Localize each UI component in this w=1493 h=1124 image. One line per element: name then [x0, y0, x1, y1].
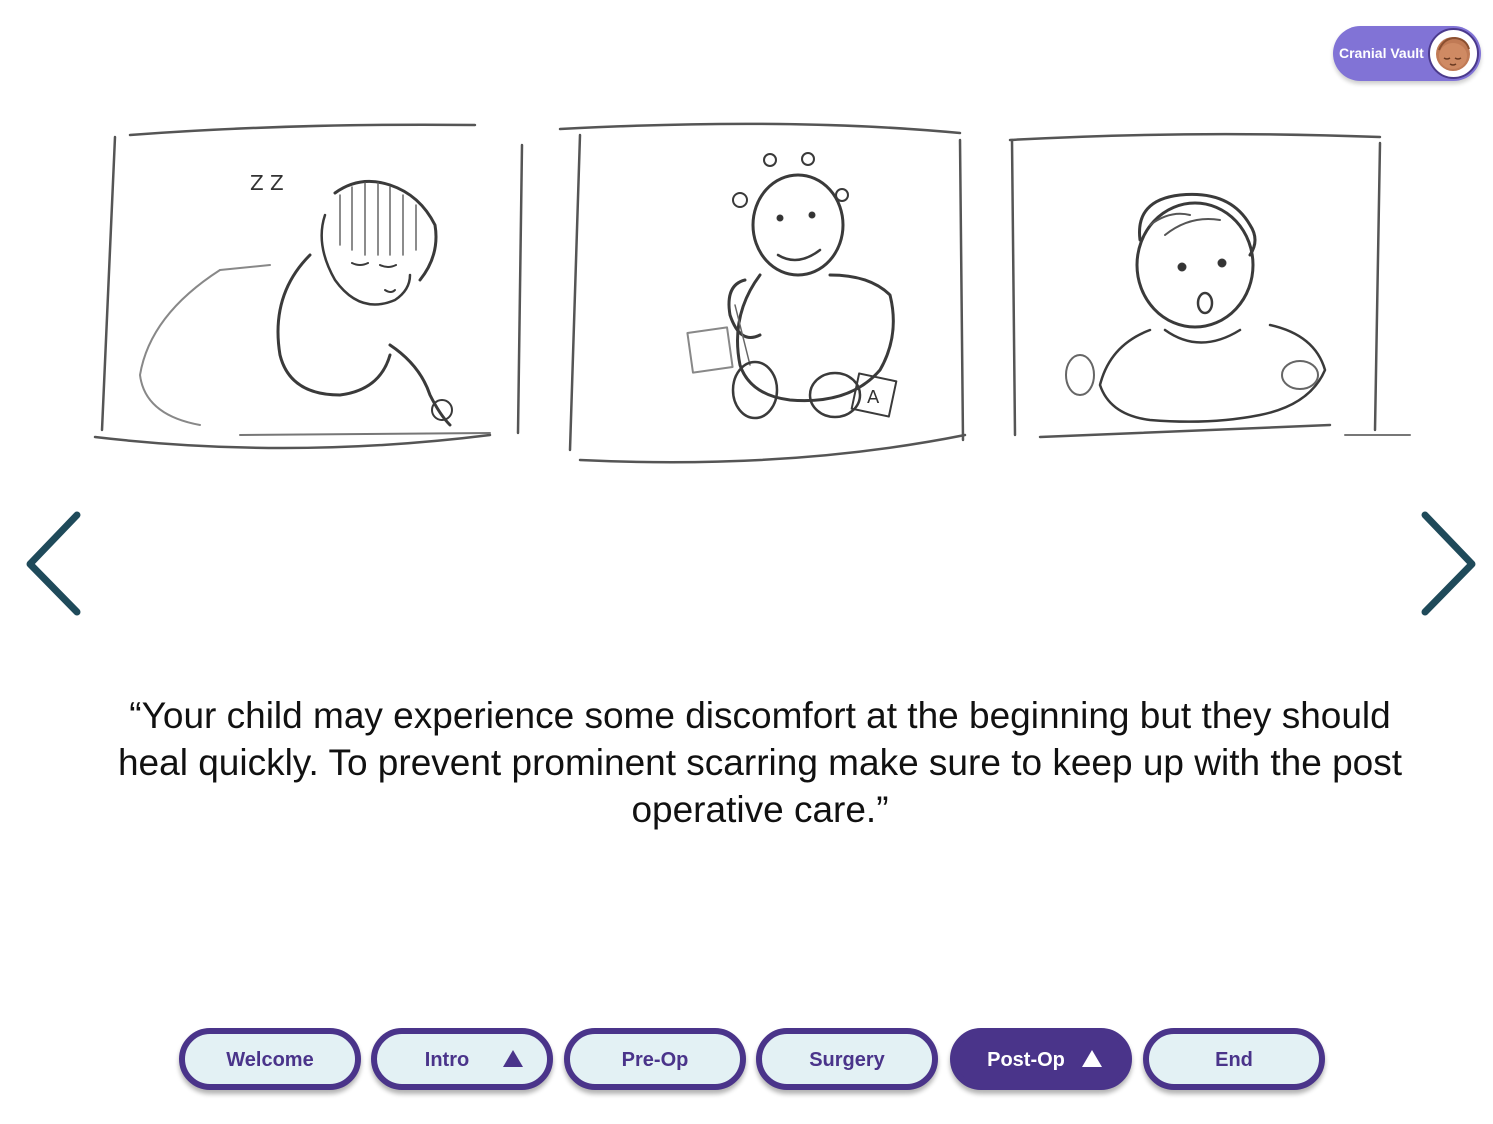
tab-surgery[interactable]: Surgery [756, 1028, 938, 1090]
surprised-child-sketch [1008, 132, 1411, 439]
tab-label: Welcome [226, 1049, 314, 1071]
block-letter-text: A [867, 387, 880, 408]
previous-slide-button[interactable] [22, 510, 82, 620]
profile-label: Cranial Vault [1339, 45, 1424, 61]
caret-up-icon[interactable] [1082, 1050, 1102, 1067]
chevron-right-icon [1421, 511, 1476, 616]
tab-label: Post-Op [987, 1049, 1065, 1071]
slide-caption: “Your child may experience some discomfo… [117, 695, 1403, 830]
zzz-text: Z Z [250, 171, 284, 195]
tab-pre-op[interactable]: Pre-Op [564, 1028, 746, 1090]
chevron-left-icon [26, 511, 81, 616]
sleeping-child-sketch: Z Z [93, 123, 524, 450]
tab-intro[interactable]: Intro [371, 1028, 553, 1090]
playing-child-sketch: A [558, 122, 967, 464]
tab-post-op[interactable]: Post-Op [950, 1028, 1132, 1090]
next-slide-button[interactable] [1420, 510, 1480, 620]
tab-welcome[interactable]: Welcome [179, 1028, 361, 1090]
caret-up-icon[interactable] [503, 1050, 523, 1067]
app-screen: Cranial Vault Z Z A “Your child may expe… [0, 0, 1493, 1124]
tab-label: End [1215, 1049, 1253, 1071]
profile-pill[interactable]: Cranial Vault [1333, 26, 1481, 81]
tab-end[interactable]: End [1143, 1028, 1325, 1090]
tab-label: Pre-Op [621, 1049, 689, 1071]
tab-label: Intro [424, 1049, 470, 1071]
baby-head-avatar-icon [1428, 28, 1479, 79]
tab-label: Surgery [809, 1049, 885, 1071]
storyboard-strip: Z Z A [90, 115, 1415, 470]
